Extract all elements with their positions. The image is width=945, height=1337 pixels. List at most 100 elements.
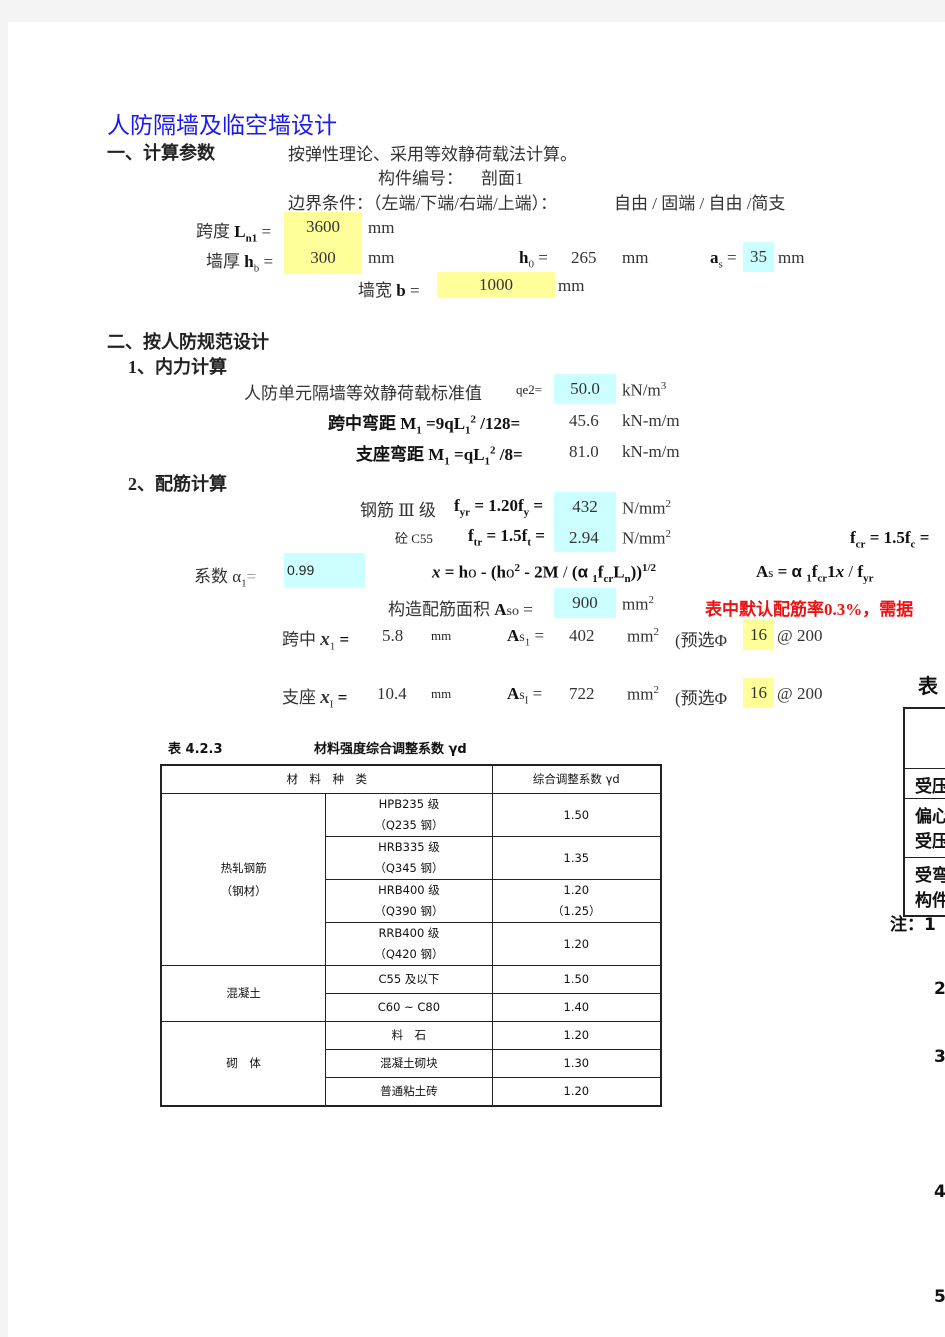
material-group-cell: 热轧钢筋 （钢材） xyxy=(160,793,327,966)
midspan-bar-diameter-input[interactable]: 16 xyxy=(743,620,774,650)
alpha-input[interactable]: 0.99 xyxy=(284,553,365,588)
material-type-cell: RRB400 级 （Q420 钢） xyxy=(325,922,493,966)
material-type-cell: C60 ~ C80 xyxy=(325,993,493,1022)
support-moment-formula: 支座弯距 M1 =qL12 /8= xyxy=(356,440,523,467)
section2-heading: 二、按人防规范设计 xyxy=(107,332,269,352)
right-note-number: 3 xyxy=(934,1047,945,1067)
eq: = xyxy=(538,248,548,267)
aso-symbol: A xyxy=(494,600,507,619)
header-material-type: 材 料 种 类 xyxy=(160,764,493,794)
reinforcement-heading: 2、配筋计算 xyxy=(128,474,227,494)
support-as-unit: mm2 xyxy=(627,684,659,705)
load-unit-sup: 3 xyxy=(660,380,667,392)
eq: = xyxy=(535,526,545,545)
right-note-number: 4 xyxy=(934,1182,945,1202)
support-x-value: 10.4 xyxy=(377,684,407,703)
adjust-factor-cell: 1.50 xyxy=(491,965,662,994)
formula-part: = 1.5f xyxy=(482,526,528,545)
formula-sub: 1 xyxy=(484,455,491,468)
material-type-cell: HRB335 级 （Q345 钢） xyxy=(325,836,493,880)
material-type: C55 及以下 xyxy=(378,972,440,986)
adjust-factor-value: （1.25） xyxy=(552,904,601,918)
adjust-factor-value: 1.20 xyxy=(563,1084,590,1098)
internal-force-heading: 1、内力计算 xyxy=(128,357,227,377)
midspan-spacing: 200 xyxy=(797,626,823,645)
midspan-at: @ xyxy=(777,626,793,645)
midspan-moment-formula: 跨中弯距 M1 =9qL12 /128= xyxy=(328,409,520,436)
as-value[interactable]: 35 xyxy=(743,242,774,272)
eq: = xyxy=(261,222,272,241)
material-type: （Q420 钢） xyxy=(374,947,444,961)
unit-sup: 2 xyxy=(648,594,654,606)
material-group-name: 砌 体 xyxy=(226,1056,261,1070)
material-type: （Q390 钢） xyxy=(374,904,444,918)
material-type: （Q235 钢） xyxy=(374,818,444,832)
material-type-cell: 普通粘土砖 xyxy=(325,1077,493,1107)
label-sub: 1 xyxy=(329,640,336,653)
alpha-label: 系数 α1= xyxy=(194,562,256,589)
load-unit: kN/m3 xyxy=(622,380,666,401)
member-value: 剖面1 xyxy=(481,169,524,188)
span-symbol: L xyxy=(234,222,246,241)
material-group-name: 热轧钢筋 xyxy=(220,860,267,875)
unit-sup: 2 xyxy=(653,626,659,638)
unit-text: N/mm xyxy=(622,528,666,548)
formula-part: =qL xyxy=(449,445,485,464)
midspan-x-unit: mm xyxy=(431,628,452,643)
span-label: 跨度 Ln1 = xyxy=(196,217,271,244)
eq: = xyxy=(339,630,350,649)
adjust-factor-cell: 1.50 xyxy=(491,793,662,837)
material-type-cell: C55 及以下 xyxy=(325,965,493,994)
material-factor-table: 材 料 种 类综合调整系数 γd 热轧钢筋 （钢材） HPB235 级 （Q235 钢）… xyxy=(160,764,662,1107)
material-type: C60 ~ C80 xyxy=(377,1000,441,1014)
adjust-factor-value: 1.20 xyxy=(563,883,590,897)
support-moment-label: 支座弯距 xyxy=(356,445,424,464)
support-bar-diameter-input[interactable]: 16 xyxy=(743,678,774,708)
as-symbol: a xyxy=(710,248,719,267)
thickness-input[interactable]: 300 xyxy=(284,242,362,274)
alpha-text: 系数 α xyxy=(194,567,242,586)
eq: = xyxy=(534,626,545,645)
material-type: 普通粘土砖 xyxy=(380,1084,438,1098)
as-formula: As = α 1fcr1x / fyr xyxy=(756,562,874,585)
right-note-number: 5 xyxy=(934,1287,945,1307)
span-text: 跨度 xyxy=(196,222,230,241)
aso-unit: mm2 xyxy=(622,594,654,615)
thickness-text: 墙厚 xyxy=(206,252,240,271)
material-type-cell: 混凝土砌块 xyxy=(325,1049,493,1078)
support-as-value: 722 xyxy=(569,684,595,703)
adjust-factor-cell: 1.30 xyxy=(491,1049,662,1078)
support-at: @ xyxy=(777,684,793,703)
formula-sub: 1 xyxy=(465,424,471,437)
unit-text: mm xyxy=(627,626,654,646)
width-input[interactable]: 1000 xyxy=(437,272,555,298)
midspan-moment-unit: kN-m/m xyxy=(622,411,680,430)
load-unit-text: kN/m xyxy=(622,380,661,400)
aso-sub: so xyxy=(506,604,519,619)
span-input[interactable]: 3600 xyxy=(284,212,362,242)
support-as-label: AsI = xyxy=(507,684,543,707)
formula-m: M xyxy=(428,445,445,464)
eq: = xyxy=(337,688,348,707)
concrete-strength-value: 2.94 xyxy=(569,528,599,547)
formula-part: /8= xyxy=(495,445,523,464)
section1-heading: 一、计算参数 xyxy=(107,143,215,163)
load-value[interactable]: 50.0 xyxy=(554,374,616,404)
aso-value[interactable]: 900 xyxy=(554,588,616,618)
adjust-factor-value: 1.20 xyxy=(563,1028,590,1042)
label-sub: I xyxy=(329,698,334,711)
thickness-symbol: h xyxy=(244,252,254,271)
span-sub: n1 xyxy=(245,232,258,245)
width-unit: mm xyxy=(558,276,585,295)
midspan-moment-value: 45.6 xyxy=(569,411,599,430)
concrete-label: 砼 C55 xyxy=(395,531,433,546)
unit-text: N/mm xyxy=(622,498,666,518)
table-row: 砌 体 料 石 1.20 xyxy=(160,1021,662,1107)
formula-sub: t xyxy=(527,536,531,549)
aso-label: 构造配筋面积 Aso = xyxy=(388,595,533,620)
adjust-factor-value: 1.30 xyxy=(563,1056,590,1070)
concrete-formula: ftr = 1.5ft = xyxy=(468,526,545,548)
midspan-preselect-label: (预选Φ xyxy=(675,631,728,650)
table-header-row: 材 料 种 类综合调整系数 γd xyxy=(160,764,662,794)
table-row: 热轧钢筋 （钢材） HPB235 级 （Q235 钢） 1.50 xyxy=(160,793,662,966)
